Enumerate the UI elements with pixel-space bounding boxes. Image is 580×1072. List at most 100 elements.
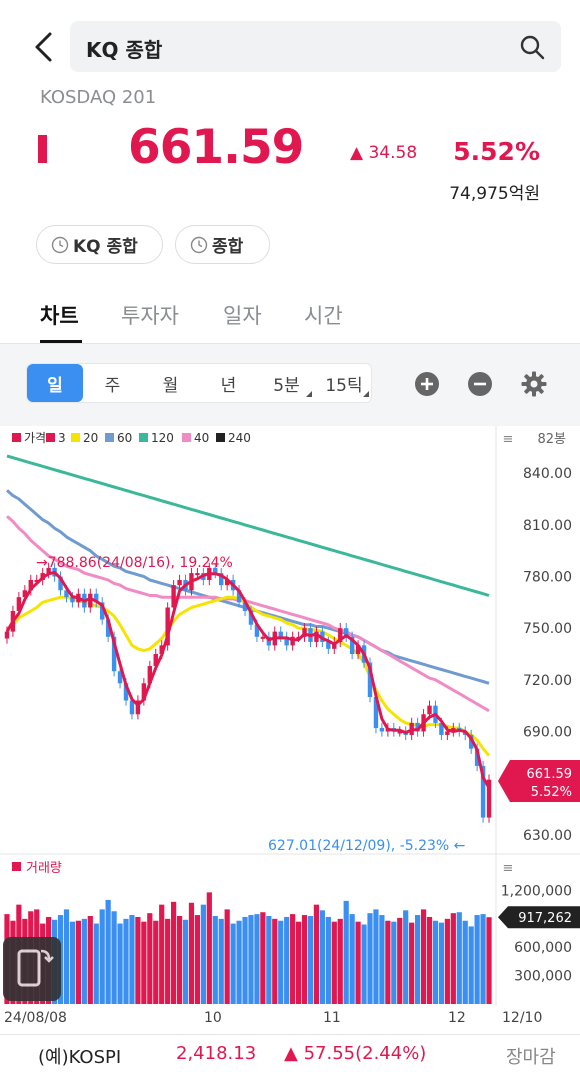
volume-bar	[462, 920, 468, 1004]
candle-body	[4, 631, 10, 639]
high-annotation: →788.86(24/08/16), 19.24%	[36, 555, 233, 571]
volume-bar	[135, 916, 141, 1004]
volume-bar	[474, 915, 480, 1004]
rotate-screen-icon	[17, 949, 54, 987]
candle-body	[278, 631, 283, 637]
current-price: 661.59	[128, 120, 304, 175]
volume-bar	[99, 909, 105, 1004]
footer-ticker[interactable]: (예)KOSPI 2,418.13 ▲ 57.55(2.44%) 장마감	[0, 1034, 580, 1072]
legend-swatch	[216, 433, 225, 442]
legend-swatch	[105, 433, 114, 442]
legend-label: 40	[194, 431, 209, 445]
price-indicator-bar	[38, 135, 47, 163]
volume-bar	[141, 921, 147, 1004]
volume-bar	[272, 918, 278, 1004]
tab-chart[interactable]: 차트	[40, 300, 79, 330]
volume-bar	[254, 914, 260, 1004]
volume-bar	[403, 910, 409, 1004]
volume-bar	[87, 916, 93, 1004]
period-month[interactable]: 월	[142, 364, 199, 402]
period-year[interactable]: 년	[200, 364, 257, 402]
footer-index-name: (예)KOSPI	[38, 1047, 122, 1068]
volume-bar	[319, 910, 325, 1004]
x-axis: 24/08/08 10 11 12 12/10	[0, 1006, 580, 1034]
x-tick: 12	[448, 1010, 466, 1026]
x-tick: 11	[323, 1010, 341, 1026]
volume-bar	[379, 915, 385, 1004]
period-week[interactable]: 주	[84, 364, 141, 402]
volume-bar	[313, 904, 320, 1004]
legend-swatch	[12, 433, 21, 442]
legend-label: 120	[151, 431, 174, 445]
legend-label: 60	[117, 431, 132, 445]
trade-amount: 74,975억원	[449, 184, 540, 204]
volume-bar	[260, 912, 266, 1004]
footer-index-value: 2,418.13	[176, 1043, 257, 1064]
volume-bar	[486, 917, 492, 1004]
market-hours-pill-total[interactable]: 종합	[175, 225, 270, 264]
menu-icon: ≡	[503, 432, 514, 447]
y-tick-label: 840.00	[523, 466, 572, 482]
footer-market-status: 장마감	[506, 1047, 556, 1068]
volume-bar	[415, 915, 421, 1004]
volume-bar	[367, 913, 373, 1004]
clock-icon	[51, 236, 69, 253]
header: KQ 종합	[0, 0, 580, 90]
volume-title: 거래량	[26, 861, 62, 876]
tab-time[interactable]: 시간	[304, 300, 343, 330]
back-arrow-icon[interactable]	[30, 30, 58, 64]
y-tick-label: 720.00	[523, 673, 572, 689]
volume-bar	[284, 916, 290, 1004]
volume-bar	[188, 902, 195, 1004]
period-15tick[interactable]: 15틱	[316, 364, 372, 402]
period-5min[interactable]: 5분	[258, 364, 315, 402]
volume-bar	[361, 924, 367, 1004]
y-tick-label: 780.00	[523, 570, 572, 586]
volume-bar	[420, 909, 427, 1004]
price-chart[interactable]: 가격 3 20 60 120 40 240 ≡ 82봉 840.00 810.00 780.00 750…	[0, 426, 580, 1006]
search-icon[interactable]	[519, 34, 545, 60]
volume-bar	[123, 918, 129, 1004]
volume-menu-icon: ≡	[503, 861, 514, 876]
volume-bar	[355, 921, 361, 1004]
volume-bar	[432, 920, 439, 1004]
volume-bar	[230, 923, 236, 1004]
volume-bar	[468, 926, 474, 1004]
rotate-screen-button[interactable]	[3, 937, 61, 1001]
volume-bar	[248, 915, 254, 1004]
pill-label: KQ 종합	[73, 237, 138, 257]
volume-bar	[426, 916, 433, 1004]
legend-swatch	[71, 433, 80, 442]
footer-index-change: ▲ 57.55(2.44%)	[284, 1043, 427, 1064]
search-query[interactable]: KQ 종합	[86, 34, 162, 63]
candle-body	[379, 728, 385, 732]
volume-bar	[391, 921, 397, 1004]
volume-bar	[278, 920, 284, 1004]
active-tab-underline	[40, 340, 82, 343]
legend-label: 240	[228, 431, 251, 445]
market-hours-pill-kq[interactable]: KQ 종합	[36, 225, 163, 264]
current-volume-label: 917,262	[518, 911, 572, 926]
volume-bar	[111, 911, 117, 1004]
period-day[interactable]: 일	[27, 364, 83, 402]
legend-label: 20	[83, 431, 98, 445]
volume-bar	[337, 918, 343, 1004]
zoom-in-icon[interactable]	[414, 371, 440, 397]
volume-bar	[397, 917, 403, 1004]
tab-investors[interactable]: 투자자	[121, 300, 179, 330]
candle-body	[445, 731, 450, 735]
search-bar[interactable]: KQ 종합	[70, 21, 561, 72]
legend-swatch	[46, 433, 55, 442]
candle-body	[195, 573, 200, 576]
settings-gear-icon[interactable]	[521, 371, 547, 397]
volume-bar	[343, 900, 349, 1004]
x-tick: 12/10	[502, 1010, 543, 1026]
current-pct-label: 5.52%	[531, 785, 572, 800]
dropdown-triangle-icon	[306, 391, 312, 397]
legend-label: 가격	[24, 431, 46, 445]
current-price-label: 661.59	[527, 767, 573, 782]
tab-daily[interactable]: 일자	[223, 300, 262, 330]
volume-bar	[129, 915, 135, 1004]
volume-bar	[159, 904, 165, 1004]
zoom-out-icon[interactable]	[467, 371, 493, 397]
